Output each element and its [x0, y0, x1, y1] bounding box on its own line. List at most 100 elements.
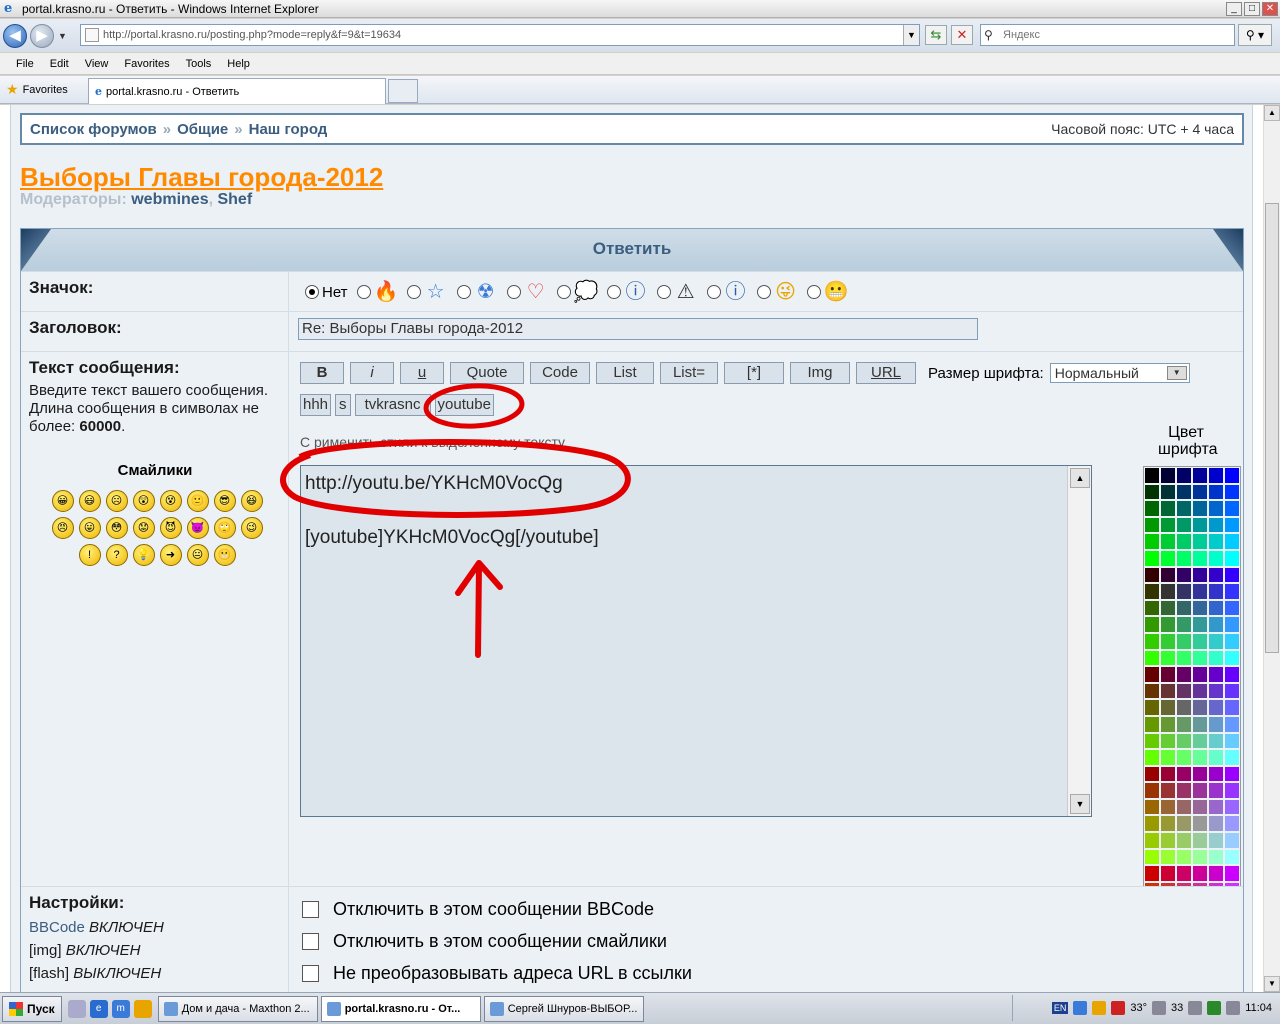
color-swatch[interactable] [1208, 566, 1224, 584]
color-swatch[interactable] [1192, 649, 1208, 667]
scroll-up-icon[interactable]: ▲ [1264, 105, 1280, 121]
color-swatch[interactable] [1224, 516, 1240, 534]
color-swatch[interactable] [1224, 666, 1240, 683]
color-swatch[interactable] [1224, 649, 1240, 667]
code-button[interactable]: Code [530, 362, 590, 384]
browser-tab[interactable]: e portal.krasno.ru - Ответить [88, 78, 386, 104]
color-swatch[interactable] [1176, 500, 1192, 517]
color-swatch[interactable] [1160, 699, 1176, 716]
color-swatch[interactable] [1208, 533, 1224, 550]
color-swatch[interactable] [1224, 848, 1240, 866]
color-swatch[interactable] [1208, 732, 1224, 750]
color-swatch[interactable] [1160, 566, 1176, 584]
color-swatch[interactable] [1208, 649, 1224, 667]
smiley-icon[interactable]: 😉 [240, 517, 263, 539]
maxthon-quicklaunch-icon[interactable]: m [111, 999, 130, 1018]
color-swatch[interactable] [1192, 699, 1208, 716]
bbcode-link[interactable]: BBCode [29, 919, 85, 936]
bold-button[interactable]: B [300, 362, 344, 384]
color-swatch[interactable] [1176, 682, 1192, 700]
color-swatch[interactable] [1176, 516, 1192, 534]
color-swatch[interactable] [1160, 500, 1176, 517]
smiley-icon[interactable]: ? [105, 544, 128, 566]
quote-button[interactable]: Quote [450, 362, 524, 384]
menu-edit[interactable]: Edit [50, 58, 69, 70]
color-swatch[interactable] [1192, 632, 1208, 650]
color-swatch[interactable] [1176, 732, 1192, 750]
color-swatch[interactable] [1224, 682, 1240, 700]
color-swatch[interactable] [1160, 599, 1176, 617]
disable-smilies-checkbox[interactable] [302, 932, 319, 950]
color-swatch[interactable] [1192, 483, 1208, 501]
icon-radio[interactable] [406, 285, 421, 299]
color-swatch[interactable] [1144, 682, 1160, 700]
color-swatch[interactable] [1192, 782, 1208, 799]
icon-radio[interactable] [706, 285, 721, 299]
color-swatch[interactable] [1208, 682, 1224, 700]
scroll-down-icon[interactable]: ▼ [1070, 794, 1090, 814]
color-swatch[interactable] [1208, 549, 1224, 567]
color-swatch[interactable] [1160, 583, 1176, 600]
disable-bbcode-option[interactable]: Отключить в этом сообщении BBCode [302, 893, 1231, 925]
color-swatch[interactable] [1208, 632, 1224, 650]
color-swatch[interactable] [1160, 765, 1176, 783]
color-swatch[interactable] [1208, 815, 1224, 833]
color-swatch[interactable] [1208, 699, 1224, 716]
color-swatch[interactable] [1224, 699, 1240, 716]
stop-button[interactable]: ✕ [951, 25, 973, 45]
color-swatch[interactable] [1176, 583, 1192, 600]
color-swatch[interactable] [1176, 715, 1192, 733]
tray-icon[interactable] [1188, 1001, 1203, 1015]
color-swatch[interactable] [1144, 815, 1160, 833]
color-swatch[interactable] [1192, 682, 1208, 700]
color-swatch[interactable] [1160, 467, 1176, 484]
color-swatch[interactable] [1176, 666, 1192, 683]
color-swatch[interactable] [1224, 749, 1240, 766]
color-swatch[interactable] [1160, 715, 1176, 733]
icon-radio[interactable] [806, 285, 821, 299]
breadcrumb-our-city[interactable]: Наш город [249, 121, 328, 138]
color-swatch[interactable] [1176, 848, 1192, 866]
tray-icon[interactable] [1152, 1001, 1167, 1015]
color-swatch[interactable] [1208, 798, 1224, 816]
list-item-button[interactable]: [*] [724, 362, 784, 384]
color-swatch[interactable] [1144, 516, 1160, 534]
color-swatch[interactable] [1224, 583, 1240, 600]
color-swatch[interactable] [1208, 666, 1224, 683]
moderator-link[interactable]: webmines [131, 191, 208, 208]
color-swatch[interactable] [1160, 682, 1176, 700]
moderator-link[interactable]: Shef [217, 191, 252, 208]
start-button[interactable]: Пуск [2, 995, 62, 1022]
color-swatch[interactable] [1160, 549, 1176, 567]
color-swatch[interactable] [1192, 516, 1208, 534]
ie-quicklaunch-icon[interactable]: e [89, 999, 108, 1018]
close-button[interactable]: ✕ [1262, 1, 1278, 16]
scroll-down-icon[interactable]: ▼ [1264, 976, 1280, 992]
strike-button[interactable]: s [335, 394, 351, 416]
color-swatch[interactable] [1208, 765, 1224, 783]
color-swatch[interactable] [1160, 616, 1176, 633]
color-swatch[interactable] [1176, 649, 1192, 667]
color-swatch[interactable] [1160, 798, 1176, 816]
address-dropdown-icon[interactable]: ▼ [903, 25, 919, 45]
color-swatch[interactable] [1224, 467, 1240, 484]
task-shnurov[interactable]: Сергей Шнуров-ВЫБОР... [483, 995, 644, 1022]
color-swatch[interactable] [1224, 632, 1240, 650]
search-field[interactable]: ⚲ [980, 24, 1235, 46]
menu-view[interactable]: View [85, 58, 109, 70]
menu-file[interactable]: File [16, 58, 34, 70]
color-swatch[interactable] [1176, 865, 1192, 882]
italic-button[interactable]: i [350, 362, 394, 384]
color-swatch[interactable] [1160, 832, 1176, 849]
color-swatch[interactable] [1176, 798, 1192, 816]
smiley-icon[interactable]: 😈 [159, 517, 182, 539]
disable-bbcode-checkbox[interactable] [302, 900, 319, 918]
color-swatch[interactable] [1176, 832, 1192, 849]
color-swatch[interactable] [1144, 599, 1160, 617]
color-swatch[interactable] [1224, 865, 1240, 882]
color-swatch[interactable] [1144, 533, 1160, 550]
color-swatch[interactable] [1208, 715, 1224, 733]
color-swatch[interactable] [1144, 549, 1160, 567]
color-swatch[interactable] [1192, 715, 1208, 733]
underline-button[interactable]: u [400, 362, 444, 384]
